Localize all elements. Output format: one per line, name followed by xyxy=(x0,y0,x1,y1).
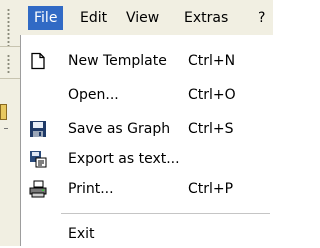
menu-edit[interactable]: Edit xyxy=(74,6,113,30)
floppy-disk-icon xyxy=(29,120,47,138)
menu-help[interactable]: ? xyxy=(252,6,271,30)
menu-item-new-template[interactable]: New Template Ctrl+N xyxy=(21,47,274,75)
menu-item-label: Save as Graph xyxy=(68,121,171,137)
menu-item-export-as-text[interactable]: Export as text... xyxy=(21,145,274,173)
toolbar-grip[interactable] xyxy=(7,8,10,48)
printer-icon xyxy=(29,180,47,198)
menu-bar: File Edit View Extras ? xyxy=(20,0,273,37)
new-document-icon xyxy=(29,52,47,70)
menu-item-open[interactable]: Open... Ctrl+O xyxy=(21,81,274,109)
menu-file[interactable]: File xyxy=(28,6,64,30)
toolbar-divider xyxy=(0,78,20,79)
menu-item-label: New Template xyxy=(68,53,167,69)
menu-item-label: Print... xyxy=(68,181,114,197)
divider-mark xyxy=(4,128,8,133)
menu-item-shortcut: Ctrl+S xyxy=(188,121,234,137)
menu-item-print[interactable]: Print... Ctrl+P xyxy=(21,175,274,203)
menu-item-shortcut: Ctrl+N xyxy=(188,53,236,69)
menu-separator xyxy=(61,213,270,214)
toolbar-grip[interactable] xyxy=(7,54,10,74)
export-text-icon xyxy=(29,150,47,168)
menu-item-label: Exit xyxy=(68,226,95,242)
menu-item-shortcut: Ctrl+P xyxy=(188,181,234,197)
app-toolbar-edge xyxy=(0,0,20,246)
menu-item-exit[interactable]: Exit xyxy=(21,220,274,248)
file-menu-dropdown: New Template Ctrl+N Open... Ctrl+O Save … xyxy=(20,35,274,246)
menu-item-save-as-graph[interactable]: Save as Graph Ctrl+S xyxy=(21,115,274,143)
toolbar-divider xyxy=(0,46,20,47)
menu-item-shortcut: Ctrl+O xyxy=(188,87,236,103)
menu-extras[interactable]: Extras xyxy=(178,6,234,30)
menu-item-label: Open... xyxy=(68,87,119,103)
menu-item-label: Export as text... xyxy=(68,151,180,167)
folder-icon xyxy=(0,104,7,120)
menu-view[interactable]: View xyxy=(120,6,165,30)
